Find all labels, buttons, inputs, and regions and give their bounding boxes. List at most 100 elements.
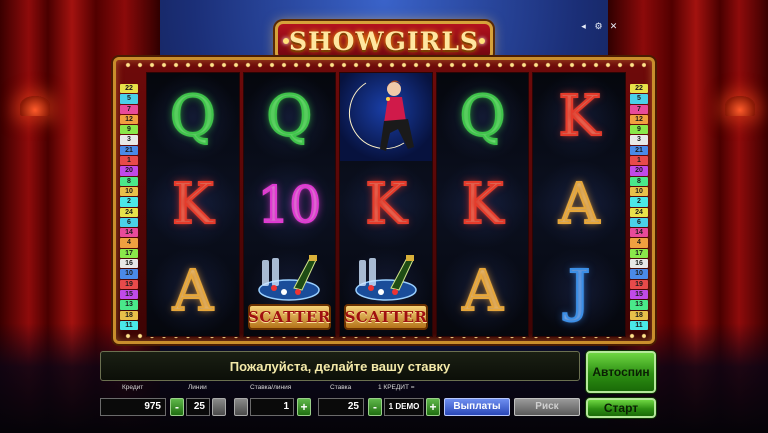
payline-number: 22 [120, 84, 138, 94]
champagne-bucket-icon [254, 254, 324, 307]
bet-value: 25 [318, 398, 364, 416]
credit-value: 975 [100, 398, 166, 416]
payline-number: 16 [630, 259, 648, 269]
lines-minus-button[interactable]: - [170, 398, 184, 416]
payline-number: 13 [630, 300, 648, 310]
payline-number: 13 [120, 300, 138, 310]
payline-number: 17 [120, 248, 138, 259]
settings-icon[interactable]: ⚙ [594, 22, 603, 31]
payline-number: 2 [120, 197, 138, 207]
bet-per-line-minus-button[interactable] [234, 398, 248, 416]
reels: Q K A Q 10 SCATTER K SCATTER Q K A K A J [146, 72, 626, 337]
bet-label: Ставка [330, 384, 352, 391]
symbol-q: Q [265, 83, 313, 149]
payline-number: 15 [630, 289, 648, 300]
scatter-label: SCATTER [248, 308, 331, 327]
marquee-lights [122, 62, 646, 68]
payline-number: 17 [630, 248, 648, 259]
payline-number: 3 [120, 135, 138, 145]
payline-number: 12 [630, 114, 648, 125]
payline-number: 4 [630, 238, 648, 248]
symbol-k: K [461, 171, 505, 237]
payline-numbers-left: 22 5 7 12 9 3 21 1 20 8 10 2 24 6 14 4 17 16 10 19 15 13 18 11 [120, 84, 138, 331]
champagne-bucket-icon [351, 254, 421, 307]
payline-number: 1 [120, 156, 138, 166]
close-icon[interactable]: ✕ [609, 22, 618, 31]
reel-symbol [340, 73, 432, 161]
payline-number: 9 [630, 125, 648, 135]
denomination-minus-button[interactable]: - [368, 398, 382, 416]
scatter-banner: SCATTER [247, 304, 332, 331]
payline-number: 19 [630, 279, 648, 289]
reel-symbol: SCATTER [243, 248, 336, 337]
start-button[interactable]: Старт [586, 398, 656, 418]
symbol-k: K [364, 171, 408, 237]
game-title: SHOWGIRLS [289, 26, 479, 56]
reel-symbol: K [147, 160, 239, 249]
reel: Q 10 SCATTER [242, 72, 337, 337]
reel: K SCATTER [339, 72, 433, 337]
reel-symbol: J [533, 248, 625, 337]
message-bar: Пожалуйста, делайте вашу ставку [100, 351, 580, 381]
symbol-k: K [557, 83, 601, 149]
payline-number: 14 [120, 228, 138, 238]
payline-number: 1 [630, 156, 648, 166]
payline-number: 14 [630, 228, 648, 238]
payline-number: 11 [630, 320, 648, 331]
payline-number: 7 [120, 104, 138, 114]
payline-number: 19 [120, 279, 138, 289]
bet-per-line-plus-button[interactable]: + [297, 398, 311, 416]
payline-number: 21 [120, 145, 138, 156]
reel-symbol: SCATTER [340, 248, 432, 337]
lines-label: Линии [188, 384, 207, 391]
gamble-button[interactable]: Риск [514, 398, 580, 416]
payline-numbers-right: 22 5 7 12 9 3 21 1 20 8 10 2 24 6 14 4 17 16 10 19 15 13 18 11 [630, 84, 648, 331]
symbol-a: A [558, 171, 600, 237]
payline-number: 10 [120, 186, 138, 197]
table-lamp [725, 96, 755, 116]
symbol-10: 10 [257, 175, 323, 234]
payline-number: 24 [630, 207, 648, 217]
symbol-a: A [172, 259, 214, 325]
sound-icon[interactable]: ◂ [579, 22, 588, 31]
denomination-plus-button[interactable]: + [426, 398, 440, 416]
payline-number: 24 [120, 207, 138, 217]
payline-number: 2 [630, 197, 648, 207]
reel-symbol: A [147, 248, 239, 337]
showgirl-on-moon-icon [346, 73, 426, 160]
payline-number: 18 [120, 310, 138, 320]
reel-symbol: K [436, 160, 529, 249]
lines-plus-button[interactable] [212, 398, 226, 416]
payline-number: 10 [630, 186, 648, 197]
bet-per-line-label: Ставка/линия [250, 384, 292, 391]
payline-number: 6 [120, 217, 138, 228]
payline-number: 9 [120, 125, 138, 135]
reel-symbol: 10 [243, 160, 336, 249]
game-logo: SHOWGIRLS [275, 21, 493, 61]
lines-value: 25 [186, 398, 210, 416]
payline-number: 8 [630, 176, 648, 186]
payline-number: 16 [120, 259, 138, 269]
payline-number: 3 [630, 135, 648, 145]
payline-number: 5 [120, 94, 138, 104]
control-labels: Кредит Линии Ставка/линия Ставка 1 КРЕДИ… [0, 384, 768, 394]
payline-number: 15 [120, 289, 138, 300]
denomination-label: 1 КРЕДИТ = [378, 384, 415, 391]
payline-number: 7 [630, 104, 648, 114]
payline-number: 21 [630, 145, 648, 156]
symbol-q: Q [459, 83, 507, 149]
symbol-j: J [567, 259, 591, 325]
payline-number: 20 [630, 166, 648, 176]
credit-label: Кредит [122, 384, 144, 391]
payline-number: 22 [630, 84, 648, 94]
payline-number: 10 [630, 269, 648, 279]
payline-number: 5 [630, 94, 648, 104]
reel: KAJ [532, 72, 626, 337]
symbol-k: K [171, 171, 215, 237]
payline-number: 11 [120, 320, 138, 331]
payline-number: 12 [120, 114, 138, 125]
status-message: Пожалуйста, делайте вашу ставку [229, 358, 451, 374]
scatter-banner: SCATTER [344, 304, 428, 331]
payline-number: 4 [120, 238, 138, 248]
paytable-button[interactable]: Выплаты [444, 398, 510, 416]
